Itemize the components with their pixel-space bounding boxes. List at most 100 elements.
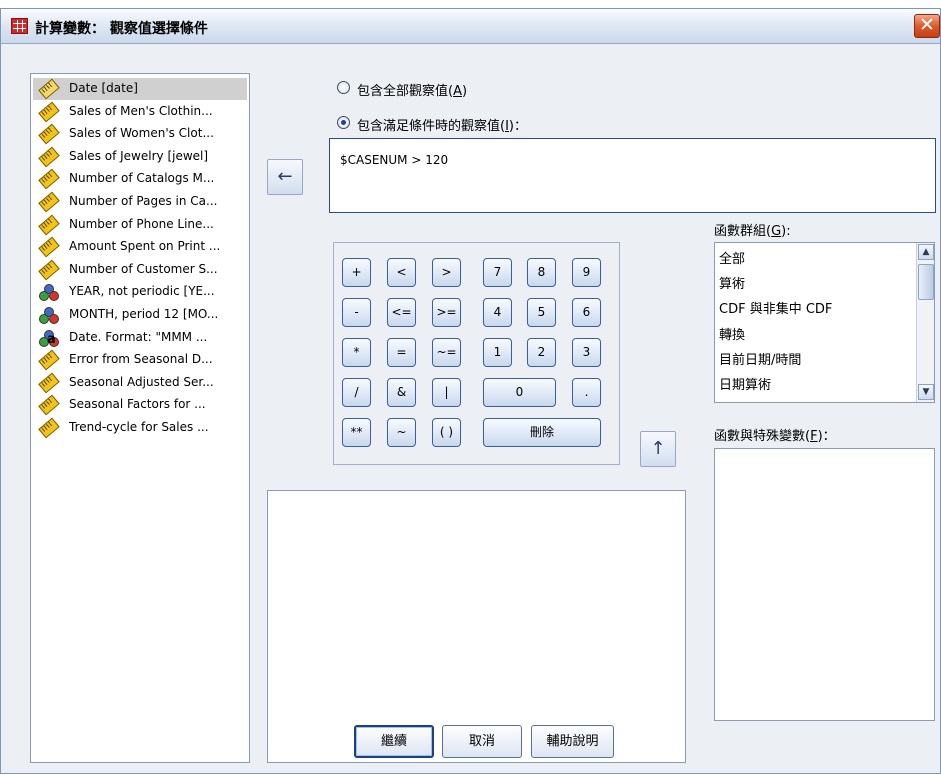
- key-1[interactable]: 1: [483, 338, 512, 367]
- key-divide[interactable]: /: [342, 378, 371, 407]
- cancel-button[interactable]: 取消: [442, 725, 522, 758]
- key-not[interactable]: ~: [387, 418, 416, 447]
- variable-item[interactable]: Number of Catalogs M...: [33, 168, 247, 190]
- variable-item[interactable]: Number of Phone Line...: [33, 214, 247, 236]
- key-2[interactable]: 2: [527, 338, 556, 367]
- function-description-pane: [267, 490, 686, 763]
- variable-label: YEAR, not periodic [YE...: [69, 284, 215, 299]
- radio-all-cases-label: 包含全部觀察值(A): [357, 84, 468, 99]
- function-group-item[interactable]: 轉換: [719, 324, 745, 343]
- function-group-item[interactable]: 全部: [719, 248, 745, 267]
- scale-ruler-icon: [38, 236, 60, 258]
- radio-if-condition-label: 包含滿足條件時的觀察值(I)：: [357, 119, 527, 134]
- key-3[interactable]: 3: [572, 338, 601, 367]
- variable-item[interactable]: Seasonal Adjusted Ser...: [33, 372, 247, 394]
- function-group-list[interactable]: ▲ ▼ 全部算術 CDF 與非集中 CDF 轉換目前日期/時間 日期算術: [714, 242, 935, 403]
- dialog-window: 計算變數： 觀察值選擇條件 ✕ Date [date] Sales of Men'…: [0, 8, 941, 774]
- variable-item[interactable]: Number of Pages in Ca...: [33, 191, 247, 213]
- key-parentheses[interactable]: ( ): [432, 418, 461, 447]
- help-button[interactable]: 輔助說明: [531, 725, 614, 758]
- scale-ruler-icon: [38, 349, 60, 371]
- key-plus[interactable]: +: [342, 258, 371, 287]
- scale-ruler-icon: [38, 395, 60, 416]
- scale-ruler-icon: [38, 372, 60, 394]
- nominal-icon: [38, 306, 59, 324]
- expression-textbox[interactable]: $CASENUM > 120: [329, 138, 936, 213]
- key-equals[interactable]: =: [387, 338, 416, 367]
- key-4[interactable]: 4: [483, 298, 512, 327]
- move-function-button[interactable]: ↑: [640, 431, 676, 467]
- key-0[interactable]: 0: [483, 378, 556, 407]
- key-9[interactable]: 9: [572, 258, 601, 287]
- scale-ruler-icon: [38, 123, 60, 145]
- key-5[interactable]: 5: [527, 298, 556, 327]
- variable-label: Number of Customer S...: [69, 261, 218, 276]
- arrow-left-icon: ←: [277, 166, 293, 187]
- scroll-down-icon[interactable]: ▼: [918, 384, 934, 400]
- radio-if-condition-indicator[interactable]: [337, 116, 350, 129]
- spreadsheet-icon: [11, 18, 28, 34]
- variable-item[interactable]: YEAR, not periodic [YE...: [33, 281, 247, 303]
- variable-list[interactable]: Date [date] Sales of Men's Clothin... Sale…: [30, 73, 250, 763]
- key-decimal[interactable]: .: [572, 378, 601, 407]
- scrollbar-thumb[interactable]: [918, 264, 934, 300]
- move-variable-button[interactable]: ←: [267, 159, 303, 195]
- functions-label: 函數與特殊變數(F)：: [714, 429, 836, 444]
- variable-item[interactable]: Trend-cycle for Sales ...: [33, 417, 247, 439]
- variable-label: Error from Seasonal D...: [69, 352, 213, 367]
- key-6[interactable]: 6: [572, 298, 601, 327]
- key-8[interactable]: 8: [527, 258, 556, 287]
- variable-label: Amount Spent on Print ...: [69, 239, 221, 254]
- scale-ruler-icon: [38, 214, 60, 235]
- variable-item[interactable]: a Date. Format: "MMM ...: [33, 327, 247, 349]
- scale-ruler-icon: [38, 259, 60, 281]
- function-group-item[interactable]: 日期算術: [719, 374, 771, 393]
- continue-button[interactable]: 繼續: [354, 725, 434, 758]
- variable-label: MONTH, period 12 [MO...: [69, 307, 219, 321]
- variable-item[interactable]: Error from Seasonal D...: [33, 349, 247, 371]
- variable-item[interactable]: Seasonal Factors for ...: [33, 394, 247, 416]
- scale-ruler-icon: [38, 146, 60, 168]
- key-7[interactable]: 7: [483, 258, 512, 287]
- key-delete[interactable]: 刪除: [483, 418, 601, 447]
- function-group-item[interactable]: 算術: [719, 273, 745, 292]
- dialog-title: 計算變數： 觀察值選擇條件: [35, 21, 208, 37]
- variable-item[interactable]: Sales of Women's Clot...: [33, 123, 247, 145]
- key-greater-equal[interactable]: >=: [432, 298, 461, 327]
- functions-list[interactable]: [714, 448, 935, 721]
- key-minus[interactable]: -: [342, 298, 371, 327]
- scale-ruler-icon: [38, 101, 60, 122]
- scroll-up-icon[interactable]: ▲: [918, 244, 934, 260]
- variable-label: Seasonal Adjusted Ser...: [69, 374, 214, 389]
- key-not-equal[interactable]: ~=: [432, 338, 461, 367]
- close-button[interactable]: ✕: [914, 14, 940, 38]
- variable-item[interactable]: Number of Customer S...: [33, 259, 247, 281]
- variable-label: Date [date]: [69, 81, 138, 95]
- variable-item[interactable]: Sales of Men's Clothin...: [33, 101, 247, 123]
- variable-item[interactable]: Sales of Jewelry [jewel]: [33, 146, 247, 168]
- key-power[interactable]: **: [342, 418, 371, 447]
- background-window-strip: [0, 0, 941, 8]
- calculator-keypad: + < >7 8 9 - <= >= 4 5 6 * = ~= 1 2 3 /& | 0. ** ~ ( ) 刪除: [333, 242, 620, 465]
- scale-ruler-icon: [38, 191, 60, 213]
- variable-label: Number of Phone Line...: [69, 216, 214, 231]
- expression-text: $CASENUM > 120: [340, 153, 449, 167]
- function-group-item[interactable]: 目前日期/時間: [719, 349, 801, 368]
- key-greater-than[interactable]: >: [432, 258, 461, 287]
- function-group-item[interactable]: CDF 與非集中 CDF: [719, 298, 832, 317]
- variable-item[interactable]: Amount Spent on Print ...: [33, 236, 247, 258]
- variable-item[interactable]: Date [date]: [33, 78, 247, 100]
- function-group-scrollbar[interactable]: ▲ ▼: [916, 243, 934, 402]
- key-multiply[interactable]: *: [342, 338, 371, 367]
- radio-all-cases-indicator[interactable]: [337, 81, 350, 94]
- variable-label: Sales of Women's Clot...: [69, 126, 214, 141]
- arrow-up-icon: ↑: [650, 438, 666, 459]
- key-or[interactable]: |: [432, 378, 461, 407]
- key-and[interactable]: &: [387, 378, 416, 407]
- variable-item[interactable]: MONTH, period 12 [MO...: [33, 304, 247, 326]
- variable-label: Sales of Jewelry [jewel]: [69, 148, 209, 163]
- variable-label: Number of Pages in Ca...: [69, 194, 218, 208]
- key-less-than[interactable]: <: [387, 258, 416, 287]
- key-less-equal[interactable]: <=: [387, 298, 416, 327]
- date-icon: [38, 78, 60, 100]
